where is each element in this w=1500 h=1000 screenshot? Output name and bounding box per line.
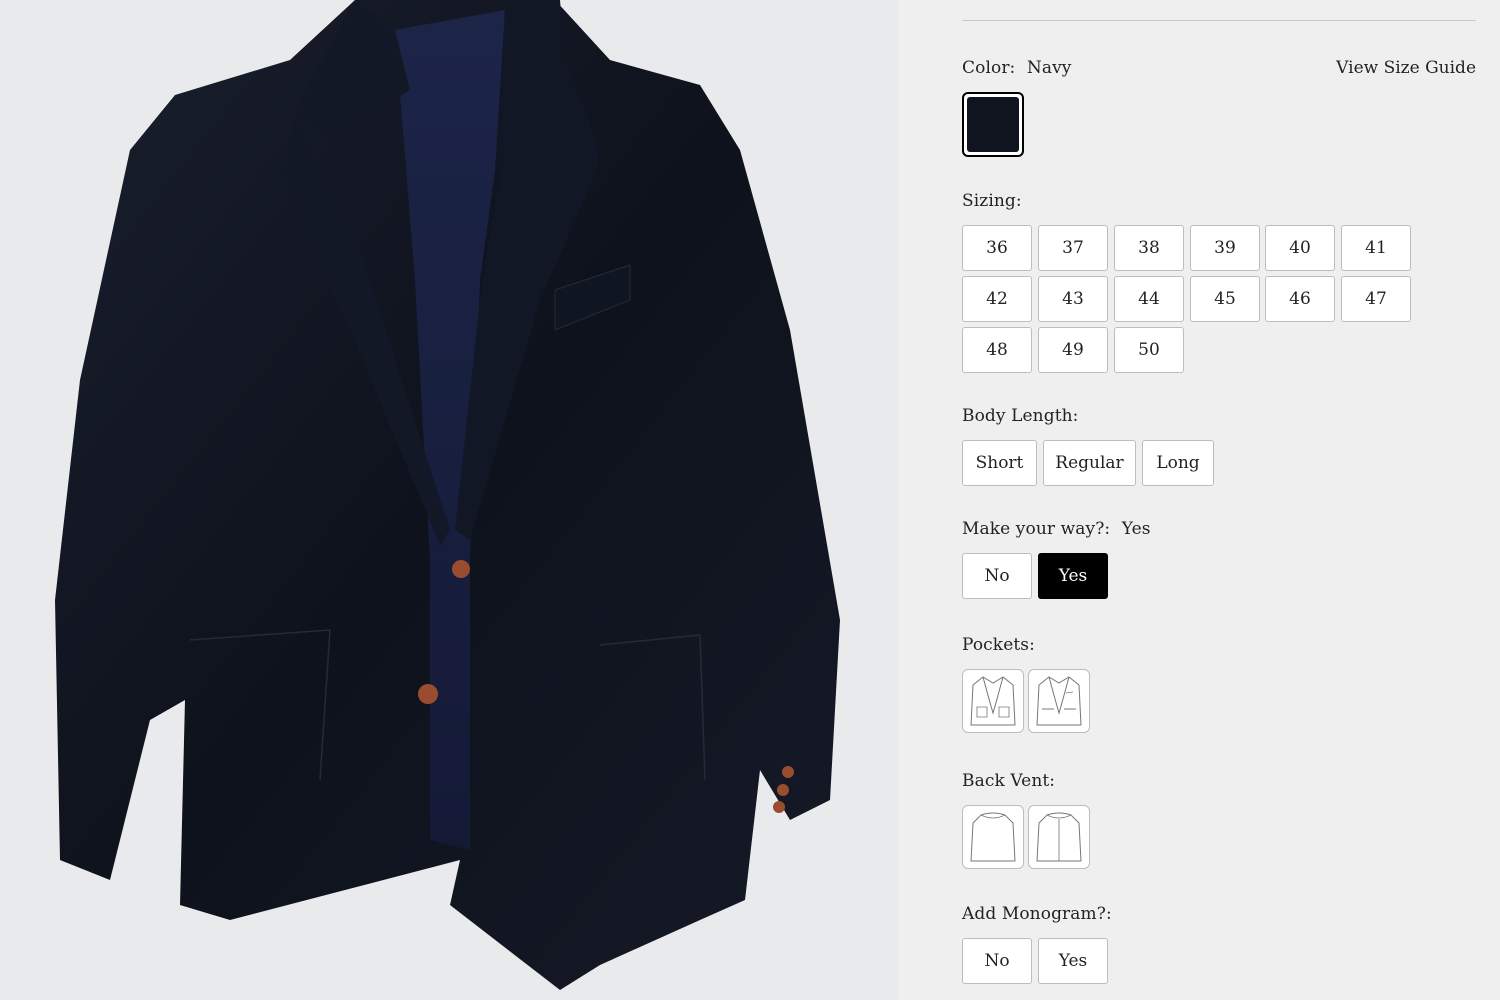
size-option[interactable]: 39 [1190,225,1260,271]
pocket-option-flap[interactable] [1028,669,1090,733]
monogram-yes-button[interactable]: Yes [1038,938,1108,984]
navy-jacket-illustration [55,0,840,990]
make-your-way-label: Make your way?: [962,519,1111,539]
body-length-label: Body Length: [962,406,1079,426]
back-vent-label: Back Vent: [962,771,1056,791]
view-size-guide-link[interactable]: View Size Guide [1336,58,1476,78]
center-vent-jacket-icon [1036,812,1082,862]
size-option[interactable]: 45 [1190,276,1260,322]
color-swatch-navy[interactable] [962,92,1024,157]
color-value: Navy [1026,58,1072,78]
size-option[interactable]: 38 [1114,225,1184,271]
sizing-label: Sizing: [962,191,1022,211]
size-option[interactable]: 46 [1265,276,1335,322]
no-vent-jacket-icon [970,812,1016,862]
swatch-fill [967,97,1019,152]
monogram-no-button[interactable]: No [962,938,1032,984]
make-your-way-no-button[interactable]: No [962,553,1032,599]
divider [962,20,1476,21]
size-option[interactable]: 50 [1114,327,1184,373]
make-your-way-label-row: Make your way?: Yes [962,519,1151,539]
make-your-way-yes-button[interactable]: Yes [1038,553,1108,599]
flap-pockets-jacket-icon [1036,676,1082,726]
color-label: Color: [962,58,1016,78]
size-option[interactable]: 49 [1038,327,1108,373]
size-option[interactable]: 37 [1038,225,1108,271]
product-options-panel: Color: Navy View Size Guide Sizing: 36 3… [898,0,1500,1000]
size-option[interactable]: 42 [962,276,1032,322]
monogram-label: Add Monogram?: [962,904,1112,924]
pocket-option-patch[interactable] [962,669,1024,733]
product-image [0,0,898,1000]
size-option[interactable]: 48 [962,327,1032,373]
color-label-row: Color: Navy [962,58,1072,78]
back-vent-option-center[interactable] [1028,805,1090,869]
body-length-long-button[interactable]: Long [1142,440,1214,486]
body-length-short-button[interactable]: Short [962,440,1037,486]
pockets-label: Pockets: [962,635,1035,655]
patch-pockets-jacket-icon [970,676,1016,726]
make-your-way-value: Yes [1121,519,1151,539]
size-option[interactable]: 43 [1038,276,1108,322]
back-vent-option-none[interactable] [962,805,1024,869]
size-option[interactable]: 41 [1341,225,1411,271]
body-length-regular-button[interactable]: Regular [1043,440,1136,486]
size-option[interactable]: 44 [1114,276,1184,322]
size-option[interactable]: 36 [962,225,1032,271]
size-option[interactable]: 47 [1341,276,1411,322]
size-option[interactable]: 40 [1265,225,1335,271]
